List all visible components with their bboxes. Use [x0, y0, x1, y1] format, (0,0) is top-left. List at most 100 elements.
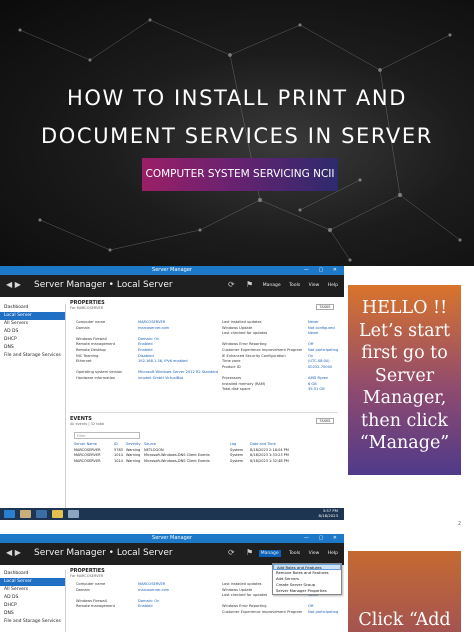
- property-name: Ethernet: [76, 359, 92, 364]
- sidebar-item-all-servers[interactable]: All Servers: [0, 320, 65, 328]
- instruction-caption-1: HELLO !! Let’s start first go to Server Mana…: [348, 285, 461, 475]
- title-banner: HOW TO INSTALL PRINT AND DOCUMENT SERVIC…: [0, 0, 474, 266]
- property-value[interactable]: Never: [308, 320, 319, 324]
- property-value[interactable]: 6 GB: [308, 382, 317, 386]
- events-tasks-button[interactable]: TASKS: [316, 418, 334, 424]
- property-value[interactable]: 192.168.1.36, IPv6 enabled: [138, 359, 188, 363]
- sidebar-item[interactable]: All Servers: [0, 586, 65, 594]
- column-header: ID: [114, 442, 118, 446]
- property-value[interactable]: 39.51 GB: [308, 387, 325, 391]
- property-value[interactable]: Enabled: [138, 348, 153, 352]
- sidebar-item-local-server[interactable]: Local Server: [0, 312, 65, 320]
- table-cell: 1014: [114, 458, 123, 463]
- sidebar-item-dns[interactable]: DNS: [0, 344, 65, 352]
- sidebar: Dashboard Local Server All Servers AD DS…: [0, 304, 66, 508]
- server-manager-header: ◀ ▶ Server Manager • Local Server ⟳ ⚑ Ma…: [0, 275, 344, 297]
- property-value[interactable]: On: [308, 354, 313, 358]
- main-content: PROPERTIES For MARCOSERVER TASKS Compute…: [70, 300, 338, 500]
- menu-help[interactable]: Help: [328, 283, 338, 288]
- menu-tools-2[interactable]: Tools: [289, 551, 300, 556]
- property-value[interactable]: marcoserver.com: [138, 326, 169, 330]
- property-value[interactable]: Enabled: [138, 604, 153, 608]
- property-value[interactable]: 00252-70000: [308, 365, 332, 369]
- taskbar-clock: 3:57 PM 8/18/2023: [319, 508, 338, 518]
- server-manager-screenshot-2: Server Manager — ▢ ✕ ◀ ▶ Server Manager …: [0, 534, 344, 632]
- sidebar-item[interactable]: Dashboard: [0, 570, 65, 578]
- table-row[interactable]: MARCOSERVER 1014 Warning Microsoft-Windows-…: [74, 459, 330, 465]
- menu-item[interactable]: Server Manager Properties: [273, 588, 341, 594]
- table-cell: MARCOSERVER: [74, 458, 101, 463]
- property-row: Remote management Enabled: [76, 604, 226, 610]
- window-controls-2[interactable]: — ▢ ✕: [304, 534, 341, 543]
- powershell-taskbar-icon[interactable]: [36, 510, 47, 518]
- sidebar-item-dhcp[interactable]: DHCP: [0, 336, 65, 344]
- notifications-flag-icon[interactable]: ⚑: [246, 280, 253, 289]
- start-button-icon[interactable]: [4, 510, 15, 518]
- refresh-icon[interactable]: ⟳: [228, 280, 235, 289]
- menu-view-2[interactable]: View: [309, 551, 320, 556]
- property-value[interactable]: MARCOSERVER: [138, 582, 165, 586]
- title-line-1: HOW TO INSTALL PRINT AND: [67, 86, 407, 110]
- property-value[interactable]: Never: [308, 331, 319, 335]
- refresh-icon-2[interactable]: ⟳: [228, 548, 235, 557]
- sidebar-item[interactable]: DHCP: [0, 602, 65, 610]
- property-value[interactable]: Microsoft Windows Server 2012 R2 Standar…: [138, 370, 218, 374]
- properties-tasks-button[interactable]: TASKS: [316, 304, 334, 310]
- back-forward-icon[interactable]: ◀ ▶: [6, 280, 21, 289]
- table-cell: System: [230, 453, 244, 457]
- taskbar: 3:57 PM 8/18/2023: [0, 508, 344, 520]
- property-value[interactable]: Not configured: [308, 326, 335, 330]
- explorer-taskbar-icon[interactable]: [52, 510, 63, 518]
- sidebar-item-file-storage[interactable]: File and Storage Services: [0, 352, 65, 360]
- window-controls[interactable]: — ▢ ✕: [304, 266, 341, 275]
- properties-right-column: Last installed updates Never Windows Updat…: [222, 320, 340, 393]
- sidebar-item[interactable]: Local Server: [0, 578, 65, 586]
- property-value[interactable]: MARCOSERVER: [138, 320, 165, 324]
- table-cell: MARCOSERVER: [74, 453, 101, 457]
- menu-tools[interactable]: Tools: [289, 283, 300, 288]
- properties-subheading: For MARCOSERVER: [70, 306, 104, 310]
- menu-view[interactable]: View: [309, 283, 320, 288]
- table-cell: 1014: [114, 453, 123, 457]
- property-value[interactable]: (UTC-08:00): [308, 359, 330, 363]
- menu-manage-open[interactable]: Manage: [258, 550, 281, 557]
- sidebar-item[interactable]: File and Storage Services: [0, 618, 65, 626]
- app-taskbar-icon[interactable]: [68, 510, 79, 518]
- window-titlebar: Server Manager — ▢ ✕: [0, 266, 344, 275]
- back-forward-icon-2[interactable]: ◀ ▶: [6, 548, 21, 557]
- property-value[interactable]: Domain: On: [138, 337, 159, 341]
- menu-manage[interactable]: Manage: [263, 283, 281, 288]
- table-cell: 5783: [114, 447, 123, 452]
- property-value[interactable]: marcoserver.com: [138, 588, 169, 592]
- sidebar-item[interactable]: DNS: [0, 610, 65, 618]
- caption-line: Manager,: [362, 388, 447, 408]
- property-value[interactable]: Disabled: [138, 354, 154, 358]
- caption-line: then click: [361, 410, 448, 431]
- sidebar-item-ad-ds[interactable]: AD DS: [0, 328, 65, 336]
- course-badge: COMPUTER SYSTEM SERVICING NCII: [142, 158, 338, 191]
- table-cell: Warning: [126, 447, 141, 452]
- property-value[interactable]: Domain: On: [138, 599, 159, 603]
- menu-help-2[interactable]: Help: [328, 551, 338, 556]
- column-header: Source: [144, 442, 157, 446]
- server-manager-taskbar-icon[interactable]: [20, 510, 31, 518]
- table-cell: Microsoft-Windows-DNS Client Events: [144, 458, 210, 463]
- property-name: Customer Experience Improvement Program: [222, 609, 303, 614]
- table-cell: Warning: [126, 453, 141, 457]
- events-filter-input[interactable]: Filter: [74, 432, 140, 439]
- properties-left-column-2: Computer name MARCOSERVER Domain marcoserve…: [76, 582, 226, 610]
- property-value[interactable]: Off: [308, 342, 313, 346]
- property-value[interactable]: Off: [308, 604, 313, 608]
- table-cell: Microsoft-Windows-DNS Client Events: [144, 453, 210, 457]
- property-value[interactable]: Not participating: [308, 348, 338, 352]
- table-cell: NETLOGON: [144, 447, 164, 452]
- events-subheading: All events | 32 total: [70, 422, 105, 426]
- property-value[interactable]: Not participating: [308, 610, 338, 614]
- property-value[interactable]: innotek GmbH VirtualBox: [138, 376, 183, 380]
- sidebar-item[interactable]: AD DS: [0, 594, 65, 602]
- title-line-2: DOCUMENT SERVICES IN SERVER: [41, 124, 433, 148]
- sidebar-item-dashboard[interactable]: Dashboard: [0, 304, 65, 312]
- property-value[interactable]: Enabled: [138, 342, 153, 346]
- property-row: Total disk space 39.51 GB: [222, 387, 340, 393]
- property-value[interactable]: AMD Ryzen: [308, 376, 328, 380]
